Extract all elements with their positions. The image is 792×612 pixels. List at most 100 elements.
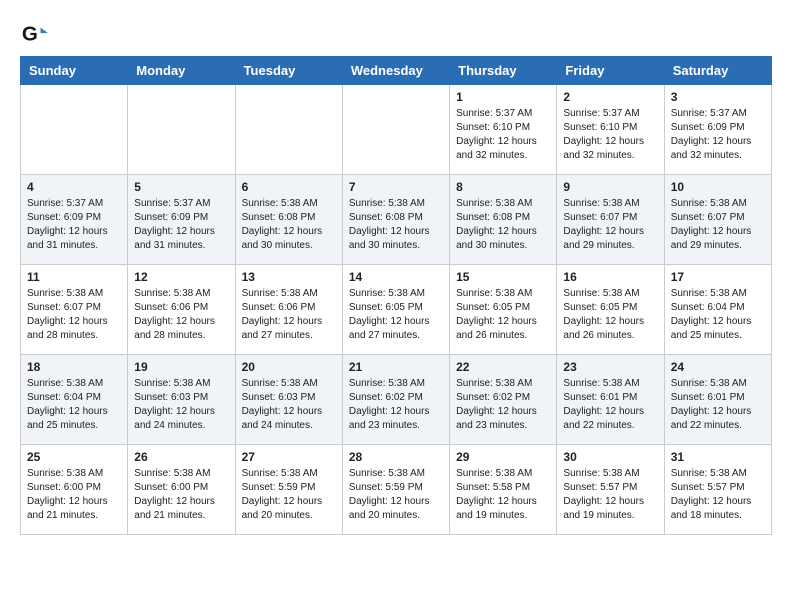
day-number: 21 xyxy=(349,360,443,374)
day-number: 1 xyxy=(456,90,550,104)
calendar-cell: 26Sunrise: 5:38 AM Sunset: 6:00 PM Dayli… xyxy=(128,445,235,535)
svg-text:G: G xyxy=(22,23,38,46)
calendar-cell: 12 Sunrise: 5:38 AM Sunset: 6:06 PM Dayli… xyxy=(128,265,235,355)
calendar-week-4: 18 Sunrise: 5:38 AM Sunset: 6:04 PM Dayli… xyxy=(21,355,772,445)
day-info: Sunrise: 5:38 AM Sunset: 6:08 PM Dayligh… xyxy=(349,197,443,253)
day-number: 4 xyxy=(27,180,121,194)
calendar-cell: 27Sunrise: 5:38 AM Sunset: 5:59 PM Dayli… xyxy=(235,445,342,535)
day-info: Sunrise: 5:37 AM Sunset: 6:09 PM Dayligh… xyxy=(134,197,228,253)
day-info: Sunrise: 5:38 AM Sunset: 6:02 PM Dayligh… xyxy=(349,377,443,433)
day-number: 30 xyxy=(563,450,657,464)
calendar-cell: 16 Sunrise: 5:38 AM Sunset: 6:05 PM Dayli… xyxy=(557,265,664,355)
calendar-cell: 4 Sunrise: 5:37 AM Sunset: 6:09 PM Daylig… xyxy=(21,175,128,265)
page-header: G xyxy=(20,20,772,48)
calendar-cell: 10 Sunrise: 5:38 AM Sunset: 6:07 PM Dayli… xyxy=(664,175,771,265)
calendar-cell: 18 Sunrise: 5:38 AM Sunset: 6:04 PM Dayli… xyxy=(21,355,128,445)
calendar-table: SundayMondayTuesdayWednesdayThursdayFrid… xyxy=(20,56,772,535)
calendar-cell: 29Sunrise: 5:38 AM Sunset: 5:58 PM Dayli… xyxy=(450,445,557,535)
day-info: Sunrise: 5:37 AM Sunset: 6:10 PM Dayligh… xyxy=(563,107,657,163)
day-info: Sunrise: 5:38 AM Sunset: 6:04 PM Dayligh… xyxy=(671,287,765,343)
calendar-cell: 7 Sunrise: 5:38 AM Sunset: 6:08 PM Daylig… xyxy=(342,175,449,265)
calendar-cell: 8 Sunrise: 5:38 AM Sunset: 6:08 PM Daylig… xyxy=(450,175,557,265)
day-number: 18 xyxy=(27,360,121,374)
day-header-wednesday: Wednesday xyxy=(342,57,449,85)
day-number: 31 xyxy=(671,450,765,464)
day-number: 3 xyxy=(671,90,765,104)
day-header-monday: Monday xyxy=(128,57,235,85)
calendar-cell: 22 Sunrise: 5:38 AM Sunset: 6:02 PM Dayli… xyxy=(450,355,557,445)
calendar-cell: 30 Sunrise: 5:38 AM Sunset: 5:57 PM Dayli… xyxy=(557,445,664,535)
day-number: 16 xyxy=(563,270,657,284)
day-info: Sunrise: 5:38 AM Sunset: 6:06 PM Dayligh… xyxy=(134,287,228,343)
calendar-cell: 28 Sunrise: 5:38 AM Sunset: 5:59 PM Dayli… xyxy=(342,445,449,535)
day-info: Sunrise: 5:38 AM Sunset: 6:04 PM Dayligh… xyxy=(27,377,121,433)
day-info: Sunrise: 5:38 AM Sunset: 6:03 PM Dayligh… xyxy=(242,377,336,433)
calendar-cell: 15 Sunrise: 5:38 AM Sunset: 6:05 PM Dayli… xyxy=(450,265,557,355)
day-number: 7 xyxy=(349,180,443,194)
day-info: Sunrise: 5:38 AM Sunset: 6:06 PM Dayligh… xyxy=(242,287,336,343)
day-header-sunday: Sunday xyxy=(21,57,128,85)
calendar-cell xyxy=(235,85,342,175)
calendar-cell xyxy=(128,85,235,175)
calendar-week-3: 11 Sunrise: 5:38 AM Sunset: 6:07 PM Dayli… xyxy=(21,265,772,355)
day-number: 17 xyxy=(671,270,765,284)
day-info: Sunrise: 5:38 AM Sunset: 6:03 PM Dayligh… xyxy=(134,377,228,433)
calendar-cell: 17 Sunrise: 5:38 AM Sunset: 6:04 PM Dayli… xyxy=(664,265,771,355)
calendar-week-2: 4 Sunrise: 5:37 AM Sunset: 6:09 PM Daylig… xyxy=(21,175,772,265)
day-info: Sunrise: 5:37 AM Sunset: 6:09 PM Dayligh… xyxy=(27,197,121,253)
calendar-cell: 19 Sunrise: 5:38 AM Sunset: 6:03 PM Dayli… xyxy=(128,355,235,445)
day-info: Sunrise: 5:38 AM Sunset: 5:57 PM Dayligh… xyxy=(671,467,765,523)
calendar-cell: 14Sunrise: 5:38 AM Sunset: 6:05 PM Dayli… xyxy=(342,265,449,355)
day-number: 5 xyxy=(134,180,228,194)
calendar-cell: 11 Sunrise: 5:38 AM Sunset: 6:07 PM Dayli… xyxy=(21,265,128,355)
day-number: 11 xyxy=(27,270,121,284)
day-number: 10 xyxy=(671,180,765,194)
logo-icon: G xyxy=(20,20,48,48)
day-number: 13 xyxy=(242,270,336,284)
day-header-thursday: Thursday xyxy=(450,57,557,85)
day-info: Sunrise: 5:38 AM Sunset: 5:57 PM Dayligh… xyxy=(563,467,657,523)
day-info: Sunrise: 5:38 AM Sunset: 6:00 PM Dayligh… xyxy=(134,467,228,523)
calendar-week-5: 25 Sunrise: 5:38 AM Sunset: 6:00 PM Dayli… xyxy=(21,445,772,535)
logo: G xyxy=(20,20,52,48)
day-number: 6 xyxy=(242,180,336,194)
day-info: Sunrise: 5:38 AM Sunset: 5:59 PM Dayligh… xyxy=(349,467,443,523)
day-info: Sunrise: 5:38 AM Sunset: 6:00 PM Dayligh… xyxy=(27,467,121,523)
day-number: 8 xyxy=(456,180,550,194)
day-header-saturday: Saturday xyxy=(664,57,771,85)
day-info: Sunrise: 5:38 AM Sunset: 6:05 PM Dayligh… xyxy=(563,287,657,343)
calendar-header-row: SundayMondayTuesdayWednesdayThursdayFrid… xyxy=(21,57,772,85)
day-info: Sunrise: 5:38 AM Sunset: 6:01 PM Dayligh… xyxy=(671,377,765,433)
day-number: 25 xyxy=(27,450,121,464)
day-number: 29 xyxy=(456,450,550,464)
day-number: 9 xyxy=(563,180,657,194)
day-info: Sunrise: 5:38 AM Sunset: 6:02 PM Dayligh… xyxy=(456,377,550,433)
calendar-cell: 13 Sunrise: 5:38 AM Sunset: 6:06 PM Dayli… xyxy=(235,265,342,355)
calendar-cell xyxy=(342,85,449,175)
day-info: Sunrise: 5:38 AM Sunset: 6:08 PM Dayligh… xyxy=(242,197,336,253)
day-info: Sunrise: 5:38 AM Sunset: 5:59 PM Dayligh… xyxy=(242,467,336,523)
day-info: Sunrise: 5:38 AM Sunset: 6:08 PM Dayligh… xyxy=(456,197,550,253)
calendar-cell: 2 Sunrise: 5:37 AM Sunset: 6:10 PM Daylig… xyxy=(557,85,664,175)
calendar-cell: 1Sunrise: 5:37 AM Sunset: 6:10 PM Daylig… xyxy=(450,85,557,175)
day-info: Sunrise: 5:38 AM Sunset: 6:07 PM Dayligh… xyxy=(27,287,121,343)
day-info: Sunrise: 5:37 AM Sunset: 6:09 PM Dayligh… xyxy=(671,107,765,163)
calendar-cell: 31 Sunrise: 5:38 AM Sunset: 5:57 PM Dayli… xyxy=(664,445,771,535)
day-number: 2 xyxy=(563,90,657,104)
day-info: Sunrise: 5:38 AM Sunset: 6:07 PM Dayligh… xyxy=(671,197,765,253)
calendar-week-1: 1 Sunrise: 5:37 AM Sunset: 6:10 PM Daylig… xyxy=(21,85,772,175)
day-info: Sunrise: 5:38 AM Sunset: 6:07 PM Dayligh… xyxy=(563,197,657,253)
calendar-cell: 5 Sunrise: 5:37 AM Sunset: 6:09 PM Daylig… xyxy=(128,175,235,265)
day-number: 15 xyxy=(456,270,550,284)
day-number: 12 xyxy=(134,270,228,284)
day-info: Sunrise: 5:38 AM Sunset: 6:05 PM Dayligh… xyxy=(456,287,550,343)
day-number: 22 xyxy=(456,360,550,374)
day-number: 19 xyxy=(134,360,228,374)
day-number: 24 xyxy=(671,360,765,374)
calendar-cell: 25 Sunrise: 5:38 AM Sunset: 6:00 PM Dayli… xyxy=(21,445,128,535)
day-number: 28 xyxy=(349,450,443,464)
day-number: 23 xyxy=(563,360,657,374)
calendar-cell: 3 Sunrise: 5:37 AM Sunset: 6:09 PM Daylig… xyxy=(664,85,771,175)
calendar-cell: 20Sunrise: 5:38 AM Sunset: 6:03 PM Dayli… xyxy=(235,355,342,445)
day-info: Sunrise: 5:38 AM Sunset: 6:01 PM Dayligh… xyxy=(563,377,657,433)
